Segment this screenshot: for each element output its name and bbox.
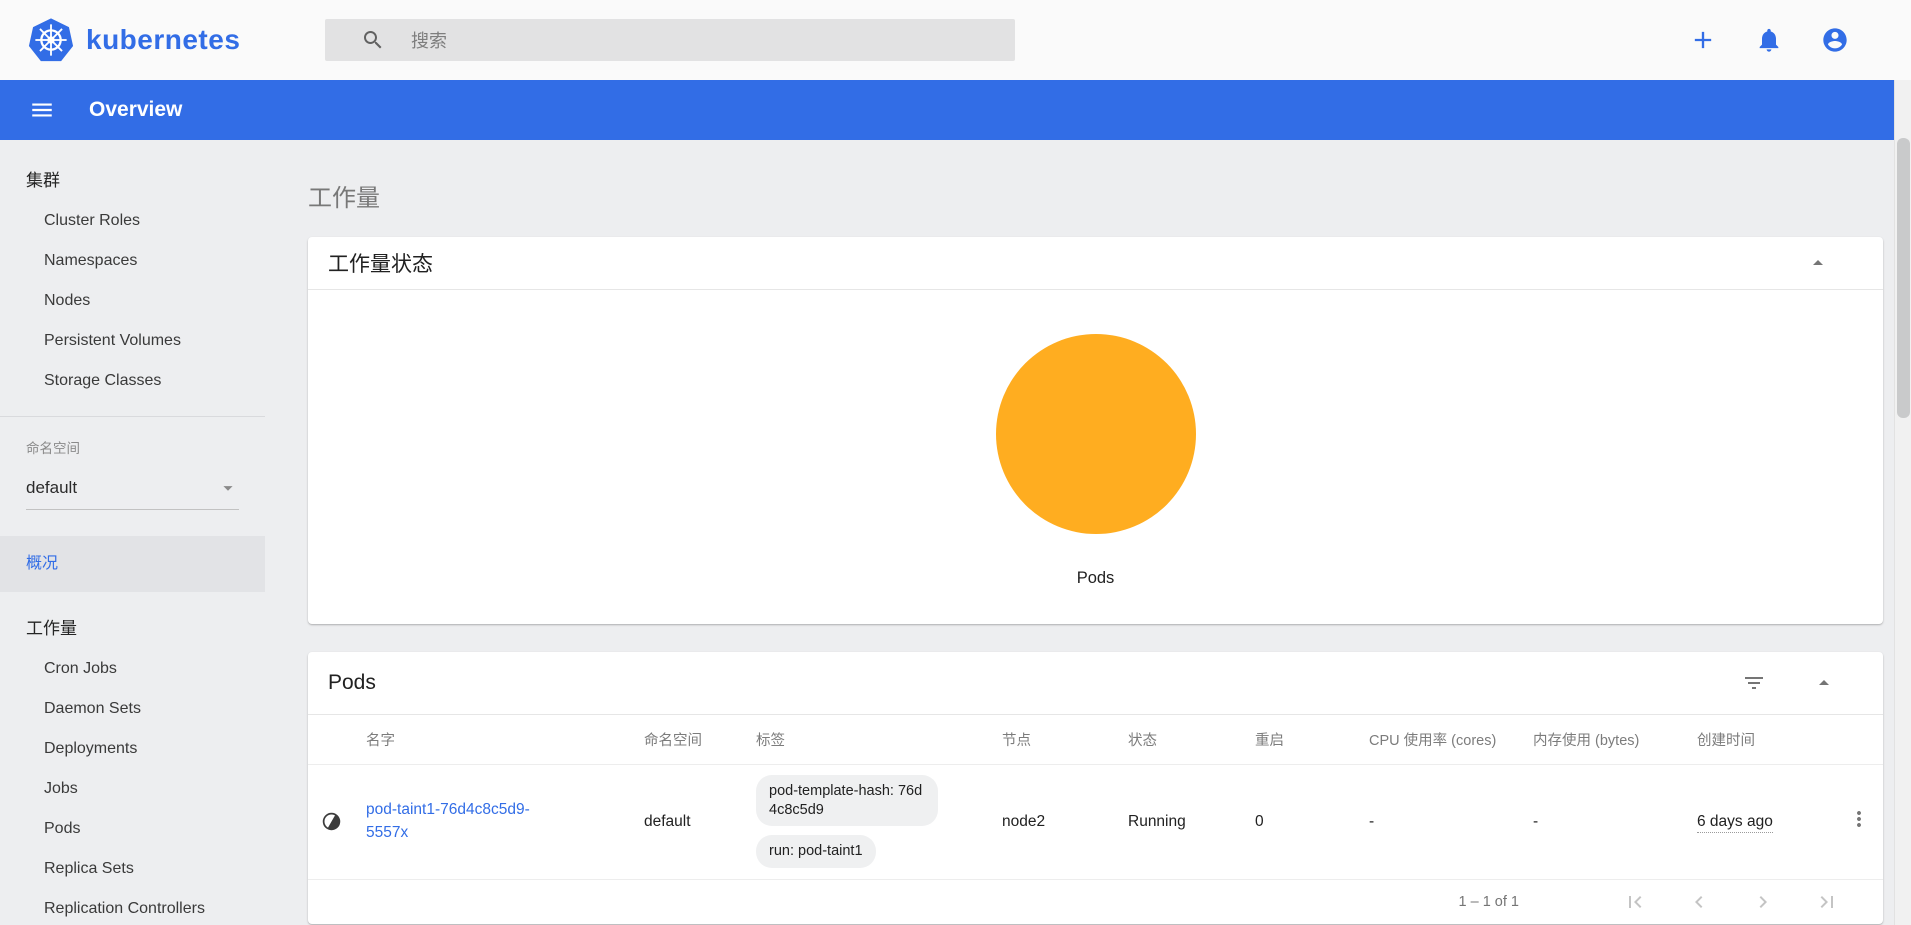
- sidebar-item-cron-jobs[interactable]: Cron Jobs: [0, 649, 265, 689]
- pod-labels-cell: pod-template-hash: 76d4c8c5d9 run: pod-t…: [756, 764, 1002, 879]
- chevron-down-icon: [217, 477, 239, 499]
- pods-table: 名字 命名空间 标签 节点 状态 重启 CPU 使用率 (cores) 内存使用…: [308, 715, 1883, 880]
- column-header-actions: [1847, 715, 1883, 764]
- search-placeholder: 搜索: [411, 27, 447, 53]
- sidebar-item-cluster-roles[interactable]: Cluster Roles: [0, 201, 265, 241]
- scrollbar-thumb[interactable]: [1897, 138, 1910, 418]
- workload-status-card: 工作量状态 Pods: [308, 237, 1883, 624]
- sidebar-divider: [0, 416, 265, 417]
- kubernetes-brand[interactable]: kubernetes: [28, 17, 240, 63]
- label-chip[interactable]: run: pod-taint1: [756, 835, 876, 868]
- sidebar-item-overview[interactable]: 概况: [0, 536, 265, 592]
- first-page-icon[interactable]: [1623, 890, 1647, 914]
- kebab-menu-icon[interactable]: [1847, 807, 1871, 831]
- pod-status-text-cell: Running: [1128, 764, 1255, 879]
- sidebar-nav: 集群 Cluster Roles Namespaces Nodes Persis…: [0, 140, 265, 925]
- page-title: 工作量: [308, 178, 1883, 213]
- pod-created-value: 6 days ago: [1697, 813, 1773, 833]
- column-header-name[interactable]: 名字: [366, 715, 644, 764]
- pagination-range-label: 1 – 1 of 1: [1459, 894, 1519, 910]
- sidebar-item-jobs[interactable]: Jobs: [0, 769, 265, 809]
- pod-memory-cell: -: [1533, 764, 1697, 879]
- table-row: pod-taint1-76d4c8c5d9-5557x default pod-…: [308, 764, 1883, 879]
- next-page-icon[interactable]: [1751, 890, 1775, 914]
- pod-restarts-cell: 0: [1255, 764, 1369, 879]
- pod-status-cell: [308, 764, 366, 879]
- table-header-row: 名字 命名空间 标签 节点 状态 重启 CPU 使用率 (cores) 内存使用…: [308, 715, 1883, 764]
- pod-name-link[interactable]: pod-taint1-76d4c8c5d9-5557x: [366, 799, 544, 844]
- header-actions: [1689, 0, 1849, 80]
- pods-card: Pods: [308, 652, 1883, 924]
- vertical-scrollbar[interactable]: [1894, 80, 1911, 925]
- column-header-restarts[interactable]: 重启: [1255, 715, 1369, 764]
- column-header-created[interactable]: 创建时间: [1697, 715, 1847, 764]
- sidebar-heading-cluster: 集群: [0, 154, 265, 201]
- sidebar-item-storage-classes[interactable]: Storage Classes: [0, 361, 265, 401]
- table-pagination: 1 – 1 of 1: [308, 880, 1883, 924]
- pod-name-cell: pod-taint1-76d4c8c5d9-5557x: [366, 764, 644, 879]
- last-page-icon[interactable]: [1815, 890, 1839, 914]
- namespace-label: 命名空间: [0, 429, 265, 457]
- pie-slice-pods: [996, 334, 1196, 534]
- namespace-selected-value: default: [26, 478, 77, 498]
- pie-chart-label: Pods: [1077, 569, 1115, 588]
- collapse-card-icon[interactable]: [1811, 670, 1837, 696]
- column-header-namespace[interactable]: 命名空间: [644, 715, 756, 764]
- search-icon: [361, 28, 385, 52]
- search-input[interactable]: 搜索: [325, 19, 1015, 61]
- filter-icon[interactable]: [1741, 670, 1767, 696]
- top-header: kubernetes 搜索: [0, 0, 1911, 80]
- sidebar-item-persistent-volumes[interactable]: Persistent Volumes: [0, 321, 265, 361]
- account-circle-icon[interactable]: [1821, 26, 1849, 54]
- brand-name: kubernetes: [86, 24, 240, 56]
- app-bar: Overview: [0, 80, 1894, 140]
- workload-status-card-title: 工作量状态: [328, 248, 433, 278]
- page-title-appbar: Overview: [89, 98, 182, 122]
- sidebar-item-replication-controllers[interactable]: Replication Controllers: [0, 889, 265, 925]
- column-header-node[interactable]: 节点: [1002, 715, 1128, 764]
- sidebar-item-replica-sets[interactable]: Replica Sets: [0, 849, 265, 889]
- pod-node-cell: node2: [1002, 764, 1128, 879]
- pod-status-icon: [321, 811, 342, 832]
- column-header-cpu[interactable]: CPU 使用率 (cores): [1369, 715, 1533, 764]
- namespace-select[interactable]: default: [26, 477, 239, 510]
- main-content: 工作量 工作量状态 Pods Pods: [308, 140, 1883, 924]
- sidebar-heading-workloads: 工作量: [0, 602, 265, 649]
- pod-cpu-cell: -: [1369, 764, 1533, 879]
- kubernetes-logo-icon: [28, 17, 74, 63]
- column-header-status-icon: [308, 715, 366, 764]
- column-header-labels[interactable]: 标签: [756, 715, 1002, 764]
- pods-pie-chart: Pods: [308, 290, 1883, 624]
- hamburger-menu-icon[interactable]: [29, 97, 55, 123]
- label-chip[interactable]: pod-template-hash: 76d4c8c5d9: [756, 775, 938, 827]
- sidebar-item-pods[interactable]: Pods: [0, 809, 265, 849]
- create-resource-icon[interactable]: [1689, 26, 1717, 54]
- pod-created-cell: 6 days ago: [1697, 764, 1847, 879]
- column-header-memory[interactable]: 内存使用 (bytes): [1533, 715, 1697, 764]
- column-header-status[interactable]: 状态: [1128, 715, 1255, 764]
- collapse-card-icon[interactable]: [1805, 250, 1831, 276]
- sidebar-item-namespaces[interactable]: Namespaces: [0, 241, 265, 281]
- previous-page-icon[interactable]: [1687, 890, 1711, 914]
- pod-namespace-cell: default: [644, 764, 756, 879]
- notifications-bell-icon[interactable]: [1755, 26, 1783, 54]
- pod-actions-cell: [1847, 764, 1883, 879]
- sidebar-item-deployments[interactable]: Deployments: [0, 729, 265, 769]
- pods-card-title: Pods: [328, 671, 376, 695]
- kubernetes-dashboard: kubernetes 搜索 Overview 集群 Cluster Roles …: [0, 0, 1911, 925]
- sidebar-item-nodes[interactable]: Nodes: [0, 281, 265, 321]
- sidebar-item-daemon-sets[interactable]: Daemon Sets: [0, 689, 265, 729]
